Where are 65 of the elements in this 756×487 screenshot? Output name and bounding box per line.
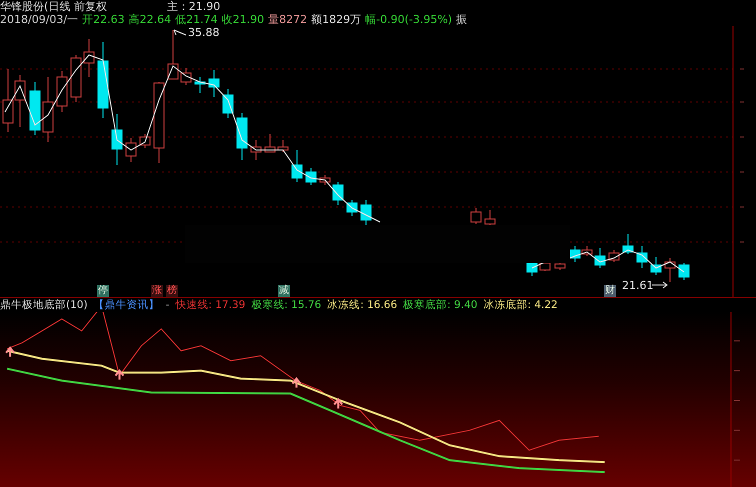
indicator-value: 冰冻底部: 4.22 [483,298,558,312]
candlestick [236,112,248,160]
candlestick [84,38,94,78]
candlestick [70,54,82,102]
candlestick [194,76,206,94]
candlestick [168,30,178,80]
up-arrow-icon [292,377,302,389]
quote-value: 高22.64 [128,13,172,26]
arrow-icon [652,282,668,288]
event-marker: 减 [278,285,290,297]
candlestick [264,134,276,152]
candlestick [250,140,262,160]
candlestick [14,74,26,128]
candlestick [180,68,192,86]
event-marker: 财 [604,285,616,297]
candlestick [332,182,344,206]
candlestick [2,68,14,132]
candlestick [636,246,648,268]
candlestick [360,200,372,226]
date-label: 2018/09/03/一 [0,13,78,26]
candlestick [56,70,68,112]
event-marker: 榜 [166,285,178,297]
candlestick [622,234,634,254]
candlestick [140,134,150,148]
candlestick [650,256,662,276]
candlestick [678,262,690,280]
dash-label: - [166,298,170,312]
quote-value: 额1829万 [311,13,362,26]
candlestick [126,138,136,162]
event-marker: 停 [97,285,109,297]
up-arrow-icon [114,369,124,381]
quote-value: 低21.74 [175,13,218,26]
candlestick [42,76,54,142]
source-link[interactable]: 【鼎牛资讯】 [94,298,160,312]
indicator-value: 快速线: 17.39 [175,298,246,312]
arrow-icon [174,30,186,36]
candlestick [526,262,538,276]
indicator-title: 鼎牛极地底部(10) [0,298,88,312]
candlestick [664,258,676,282]
candlestick [112,114,122,166]
candlestick [30,82,40,136]
quote-value: 开22.63 [82,13,125,26]
candlestick [306,168,316,186]
candlestick [208,70,220,98]
up-arrow-icon [5,346,16,358]
event-marker: 涨 [151,285,163,297]
candlestick [292,150,302,182]
indicator-value: 冰冻线: 16.66 [327,298,398,312]
candlestick [608,250,620,262]
candlestick [594,248,606,268]
stock-title: 华锋股份(日线 前复权 [0,0,107,13]
candlestick [222,88,234,118]
indicator-value: 极寒线: 15.76 [251,298,322,312]
candlestick [278,140,288,152]
up-arrow-icon [333,398,344,410]
indicator-value: 极寒底部: 9.40 [403,298,478,312]
low-price-label: 21.61 [622,279,654,292]
candlestick [320,174,330,186]
quote-value: 幅-0.90(-3.95%) [365,13,452,26]
quote-value: 量8272 [268,13,308,26]
quote-value: 振 [456,13,468,26]
quote-value: 收21.90 [222,13,264,26]
candlestick [346,200,358,216]
high-price-label: 35.88 [188,26,220,39]
main-price: 主：21.90 [166,0,220,13]
